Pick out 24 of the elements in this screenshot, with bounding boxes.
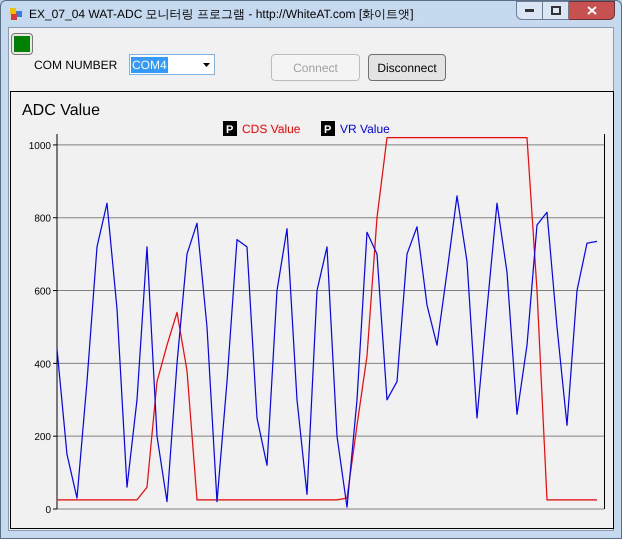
minimize-button[interactable] [516, 1, 543, 20]
legend-marker: P [321, 121, 335, 136]
app-icon [9, 7, 23, 21]
y-axis-tick-label: 400 [34, 359, 51, 370]
y-axis-tick-label: 800 [34, 214, 51, 225]
y-axis-tick-label: 200 [34, 432, 51, 444]
com-port-dropdown[interactable]: COM4 [129, 54, 215, 75]
close-icon [586, 6, 596, 15]
chart-title: ADC Value [22, 102, 100, 119]
window-title: EX_07_04 WAT-ADC 모니터링 프로그램 - http://WhiteAT.com [화이트앳] [29, 6, 414, 23]
y-axis-tick-label: 0 [45, 505, 51, 516]
maximize-icon [550, 6, 560, 15]
com-number-label: COM NUMBER [34, 57, 118, 74]
com-port-value: COM4 [131, 56, 168, 72]
dropdown-arrow-icon [203, 63, 210, 67]
y-axis-tick-label: 600 [34, 286, 51, 298]
minimize-icon [525, 9, 534, 12]
close-button[interactable] [569, 1, 615, 20]
legend-marker: P [223, 121, 237, 136]
y-axis-tick-label: 1000 [28, 140, 51, 152]
disconnect-button[interactable]: Disconnect [368, 54, 446, 81]
legend-label: CDS Value [242, 122, 300, 136]
legend-label: VR Value [340, 122, 390, 136]
maximize-button[interactable] [543, 1, 569, 20]
